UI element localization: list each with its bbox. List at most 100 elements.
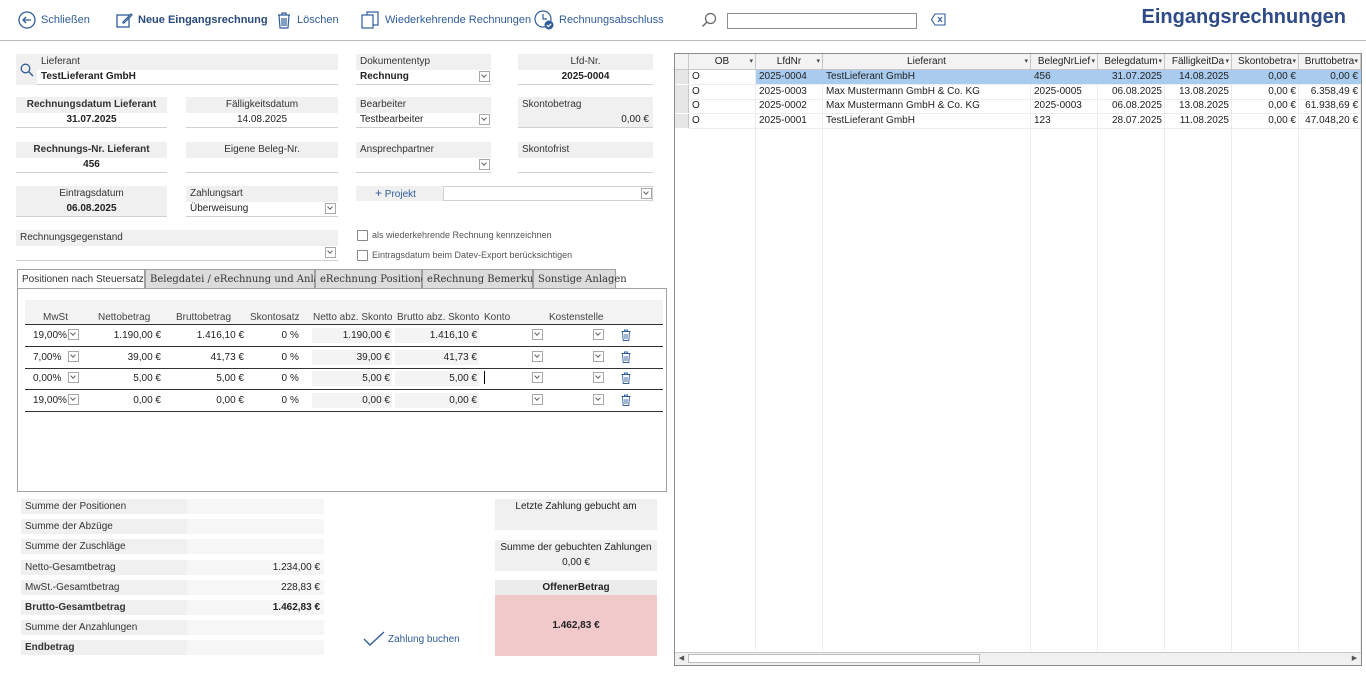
recurring-checkbox[interactable]: [357, 230, 368, 241]
doctype-select[interactable]: Rechnung: [356, 70, 491, 85]
delete-row-icon[interactable]: [621, 372, 631, 384]
discount-rate[interactable]: 0: [250, 351, 287, 365]
search-icon[interactable]: [701, 12, 717, 28]
sort-arrow-icon[interactable]: ▾: [1292, 54, 1296, 69]
entry-date-field[interactable]: 06.08.2025: [16, 202, 167, 217]
scroll-right-icon[interactable]: ▶: [1350, 654, 1359, 663]
position-row[interactable]: 19,00% 1.190,00 € 1.416,10 € 0% 1.190,00 € 1.…: [25, 325, 663, 347]
position-row[interactable]: 7,00% 39,00 € 41,73 € 0% 39,00 € 41,73 €: [25, 347, 663, 369]
recurring-invoices-button[interactable]: Wiederkehrende Rechnungen: [360, 0, 531, 40]
list-header[interactable]: OB ▾: [689, 54, 756, 70]
sort-arrow-icon[interactable]: ▾: [816, 54, 820, 69]
own-number-field[interactable]: [186, 158, 338, 173]
net-amount[interactable]: 0,00 €: [85, 394, 161, 408]
net-amount[interactable]: 5,00 €: [85, 372, 161, 386]
row-selector[interactable]: [675, 84, 689, 99]
due-date-field[interactable]: 14.08.2025: [186, 113, 338, 128]
list-row[interactable]: O 2025-0002 Max Mustermann GmbH & Co. KG 20…: [689, 99, 1361, 114]
invoice-number-field[interactable]: 456: [16, 158, 167, 173]
search-input[interactable]: [727, 13, 917, 29]
datev-checkbox[interactable]: [357, 250, 368, 261]
list-header[interactable]: BelegNrLief ▾: [1031, 54, 1098, 70]
tab-other-attachments[interactable]: Sonstige Anlagen: [533, 269, 627, 288]
list-header[interactable]: Bruttobetra ▾: [1299, 54, 1361, 70]
vat-dropdown-icon[interactable]: [68, 393, 79, 405]
cost-center-dropdown-icon[interactable]: [593, 393, 604, 405]
gross-amount[interactable]: 5,00 €: [165, 372, 244, 386]
row-selector[interactable]: [675, 70, 689, 84]
new-invoice-button[interactable]: Neue Eingangsrechnung: [116, 0, 268, 40]
project-button[interactable]: + Projekt: [375, 186, 416, 201]
vat-dropdown-icon[interactable]: [68, 350, 79, 362]
delete-row-icon[interactable]: [621, 394, 631, 406]
position-row[interactable]: 19,00% 0,00 € 0,00 € 0% 0,00 € 0,00 €: [25, 390, 663, 412]
vat-select[interactable]: 0,00%: [33, 372, 61, 386]
horizontal-scrollbar[interactable]: ◀ ▶: [675, 652, 1361, 665]
discount-rate[interactable]: 0: [250, 329, 287, 343]
subject-select[interactable]: [16, 246, 338, 261]
vat-select[interactable]: 19,00%: [33, 394, 67, 408]
sort-arrow-icon[interactable]: ▾: [1225, 54, 1229, 69]
scrollbar-thumb[interactable]: [688, 654, 980, 663]
supplier-field[interactable]: TestLieferant GmbH: [37, 70, 338, 85]
list-row[interactable]: O 2025-0003 Max Mustermann GmbH & Co. KG 20…: [689, 85, 1361, 100]
tab-erechnung-positions[interactable]: eRechnung Positionen: [315, 269, 433, 288]
row-selector[interactable]: [675, 99, 689, 113]
tab-erechnung-remarks[interactable]: eRechnung Bemerkung: [422, 269, 546, 288]
editor-select[interactable]: Testbearbeiter: [356, 113, 491, 128]
delete-row-icon[interactable]: [621, 329, 631, 341]
gross-amount[interactable]: 41,73 €: [165, 351, 244, 365]
vat-select[interactable]: 7,00%: [33, 351, 61, 365]
delete-button[interactable]: Löschen: [276, 0, 339, 40]
editor-dropdown-icon[interactable]: [479, 114, 490, 125]
sort-arrow-icon[interactable]: ▾: [1091, 54, 1095, 69]
net-amount[interactable]: 39,00 €: [85, 351, 161, 365]
account-dropdown-icon[interactable]: [532, 393, 543, 405]
project-dropdown-icon[interactable]: [641, 188, 652, 199]
discount-due-field[interactable]: [518, 158, 653, 173]
payment-type-dropdown-icon[interactable]: [325, 203, 336, 214]
close-button[interactable]: Schließen: [18, 0, 90, 40]
cost-center-dropdown-icon[interactable]: [593, 372, 604, 383]
list-header[interactable]: LfdNr ▾: [756, 54, 823, 70]
tab-positions[interactable]: Positionen nach Steuersatz: [17, 269, 145, 289]
tab-attachments[interactable]: Belegdatei / eRechnung und Anlagen: [145, 269, 338, 288]
delete-row-icon[interactable]: [621, 351, 631, 363]
net-amount[interactable]: 1.190,00 €: [85, 329, 161, 343]
contact-select[interactable]: [356, 158, 491, 173]
project-select[interactable]: [443, 186, 653, 201]
book-payment-button[interactable]: Zahlung buchen: [363, 630, 460, 648]
list-header[interactable]: Skontobetra ▾: [1232, 54, 1299, 70]
contact-dropdown-icon[interactable]: [479, 159, 490, 170]
vat-dropdown-icon[interactable]: [68, 372, 79, 383]
vat-select[interactable]: 19,00%: [33, 329, 67, 343]
list-header[interactable]: FälligkeitDa ▾: [1165, 54, 1232, 70]
payment-type-select[interactable]: Überweisung: [186, 202, 338, 217]
discount-rate[interactable]: 0: [250, 372, 287, 386]
discount-rate[interactable]: 0: [250, 394, 287, 408]
cost-center-dropdown-icon[interactable]: [593, 350, 604, 362]
clear-search-icon[interactable]: [931, 13, 946, 26]
row-selector[interactable]: [675, 113, 689, 128]
doctype-dropdown-icon[interactable]: [479, 71, 490, 82]
supplier-search-icon[interactable]: [20, 63, 34, 77]
cost-center-dropdown-icon[interactable]: [593, 329, 604, 340]
account-dropdown-icon[interactable]: [532, 350, 543, 362]
list-row[interactable]: O 2025-0004 TestLieferant GmbH 456 31.07.202…: [689, 70, 1361, 85]
gross-amount[interactable]: 1.416,10 €: [165, 329, 244, 343]
list-header[interactable]: Belegdatum ▾: [1098, 54, 1165, 70]
gross-amount[interactable]: 0,00 €: [165, 394, 244, 408]
vat-dropdown-icon[interactable]: [68, 329, 79, 340]
sort-arrow-icon[interactable]: ▾: [1024, 54, 1028, 69]
account-dropdown-icon[interactable]: [532, 372, 543, 383]
account-dropdown-icon[interactable]: [532, 329, 543, 340]
list-row[interactable]: O 2025-0001 TestLieferant GmbH 123 28.07.202…: [689, 114, 1361, 129]
sort-arrow-icon[interactable]: ▾: [1354, 54, 1358, 69]
position-row[interactable]: 0,00% 5,00 € 5,00 € 0% 5,00 € 5,00 €: [25, 368, 663, 390]
sort-arrow-icon[interactable]: ▾: [1158, 54, 1162, 69]
invoice-closing-button[interactable]: Rechnungsabschluss: [534, 0, 664, 40]
scroll-left-icon[interactable]: ◀: [677, 654, 686, 663]
list-header[interactable]: Lieferant ▾: [823, 54, 1031, 70]
sort-arrow-icon[interactable]: ▾: [749, 54, 753, 69]
invoice-date-field[interactable]: 31.07.2025: [16, 113, 167, 128]
